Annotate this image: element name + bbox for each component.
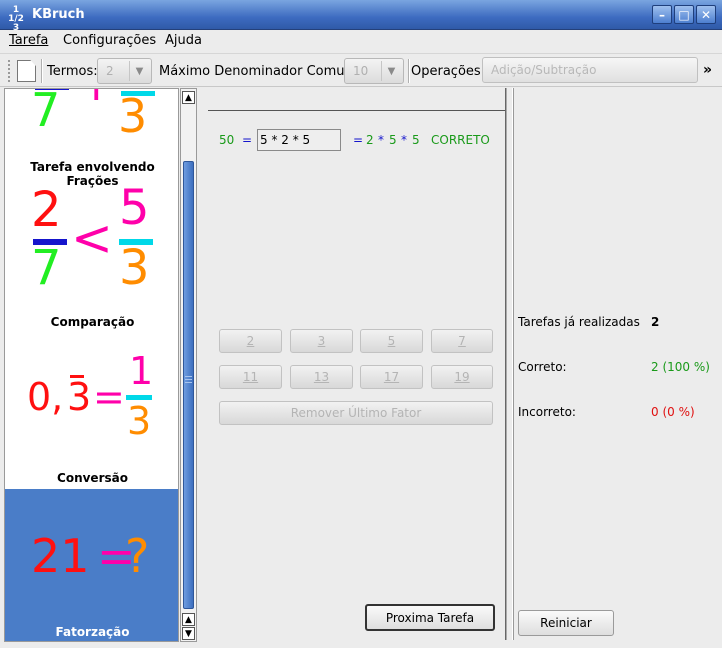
scroll-up-icon[interactable]: ▲ [182, 91, 195, 104]
menu-ajuda-label: Ajuda [165, 33, 202, 48]
menu-configuracoes[interactable]: Configurações [63, 33, 156, 48]
close-button[interactable]: ✕ [696, 5, 716, 24]
toolbar-grip[interactable] [8, 60, 13, 82]
factor-button-5[interactable]: 5 [360, 329, 423, 353]
new-task-icon[interactable] [17, 60, 36, 82]
glyph-two: 2 [31, 182, 62, 238]
scrollbar-grip [185, 379, 192, 380]
task-label-comparison: Comparação [50, 315, 135, 329]
factor-number: 50 [219, 133, 235, 147]
glyph-equals: = [93, 375, 125, 419]
mcd-spinbox[interactable]: 10 ▼ [344, 58, 404, 84]
terms-value: 2 [106, 64, 114, 78]
task-list-scrollbar[interactable]: ▲ ▲ ▼ [180, 88, 197, 642]
chevron-down-icon[interactable]: ▼ [381, 61, 401, 81]
toolbar-separator [41, 59, 43, 83]
menu-bar: Tarefa Configurações Ajuda [0, 30, 722, 52]
scrollbar-thumb[interactable] [183, 161, 194, 609]
terms-label: Termos: [47, 64, 98, 79]
glyph-decimal-three: 3 [67, 375, 92, 419]
factor-button-17[interactable]: 17 [360, 365, 423, 389]
menu-tarefa[interactable]: Tarefa [9, 33, 48, 48]
close-icon: ✕ [700, 7, 712, 22]
minimize-icon: – [659, 7, 665, 22]
scrollbar-grip [185, 376, 192, 377]
glyph-one: 1 [129, 349, 154, 393]
menu-tarefa-label: Tarefa [9, 33, 49, 48]
toolbar-overflow-icon[interactable]: » [703, 62, 712, 78]
factor-button-13[interactable]: 13 [290, 365, 353, 389]
glyph-five: 5 [119, 180, 150, 236]
result-status: CORRETO [431, 133, 490, 147]
toolbar-separator [408, 59, 410, 83]
task-label-conversion: Conversão [57, 471, 128, 485]
ops-label: Operações: [411, 64, 486, 79]
task-item-conversion[interactable]: 0, 3 = 1 3 Conversão [5, 331, 178, 489]
app-icon-text: 1 1/2 3 [8, 5, 24, 33]
glyph-seven: 7 [31, 240, 62, 296]
result-times: * [378, 133, 384, 147]
factors-input[interactable]: 5 * 2 * 5 [257, 129, 341, 151]
factor-button-7[interactable]: 7 [431, 329, 493, 353]
glyph-three: 3 [119, 240, 150, 296]
glyph-less-than: < [71, 209, 113, 267]
stats-correct-label: Correto: [518, 360, 567, 374]
mcd-label: Máximo Denominador Comum [159, 64, 358, 79]
task-item-fractions[interactable]: 7 + 3 Tarefa envolvendo Frações [5, 88, 178, 188]
panel-splitter[interactable] [512, 88, 514, 640]
result-times: * [401, 133, 407, 147]
scrollbar-grip [185, 382, 192, 383]
stats-correct-value: 2 (100 %) [651, 360, 710, 374]
scroll-down-icon[interactable]: ▼ [182, 627, 195, 640]
maximize-button[interactable]: □ [674, 5, 694, 24]
stats-done-value: 2 [651, 315, 660, 329]
remove-last-factor-button[interactable]: Remover Último Fator [219, 401, 493, 425]
task-item-comparison[interactable]: 2 7 < 5 3 Comparação [5, 180, 178, 331]
kbruch-app-icon: 1 1/2 3 [6, 6, 26, 33]
mcd-value: 10 [353, 64, 369, 78]
result-factor: 5 [412, 133, 420, 147]
next-task-button[interactable]: Proxima Tarefa [365, 604, 495, 631]
minimize-button[interactable]: – [652, 5, 672, 24]
result-factor: 5 [389, 133, 397, 147]
glyph-three: 3 [118, 89, 148, 143]
maximize-icon: □ [678, 7, 690, 22]
equals-sign: = [353, 133, 364, 147]
panel-splitter[interactable] [505, 88, 507, 640]
stats-incorrect-value: 0 (0 %) [651, 405, 695, 419]
factor-button-19[interactable]: 19 [431, 365, 493, 389]
equals-sign: = [242, 133, 253, 147]
task-item-factorization[interactable]: 21 = ? Fatorzação [5, 489, 178, 641]
exercise-divider [208, 110, 506, 111]
factor-button-11[interactable]: 11 [219, 365, 282, 389]
glyph-plus: + [77, 89, 116, 107]
result-factor: 2 [366, 133, 374, 147]
scroll-up-icon[interactable]: ▲ [182, 613, 195, 626]
glyph-three: 3 [127, 399, 152, 443]
chevron-down-icon[interactable]: ▼ [129, 61, 149, 81]
task-list: 7 + 3 Tarefa envolvendo Frações 2 7 < 5 … [4, 88, 179, 642]
operations-combo[interactable]: Adição/Subtração [482, 57, 698, 83]
task-label-factorization: Fatorzação [55, 625, 130, 639]
menu-configuracoes-label: Configurações [63, 33, 157, 48]
reset-button[interactable]: Reiniciar [518, 610, 614, 636]
glyph-question: ? [125, 529, 150, 583]
window-title: KBruch [32, 7, 85, 22]
glyph-twenty-one: 21 [31, 529, 90, 583]
glyph-seven: 7 [31, 88, 61, 137]
factor-button-2[interactable]: 2 [219, 329, 282, 353]
stats-incorrect-label: Incorreto: [518, 405, 576, 419]
stats-done-label: Tarefas já realizadas [518, 315, 640, 329]
operations-value: Adição/Subtração [491, 63, 597, 77]
glyph-decimal-zero: 0, [27, 375, 64, 419]
factor-button-3[interactable]: 3 [290, 329, 353, 353]
menu-ajuda[interactable]: Ajuda [165, 33, 202, 48]
terms-spinbox[interactable]: 2 ▼ [97, 58, 152, 84]
title-bar[interactable]: 1 1/2 3 KBruch – □ ✕ [0, 0, 722, 33]
